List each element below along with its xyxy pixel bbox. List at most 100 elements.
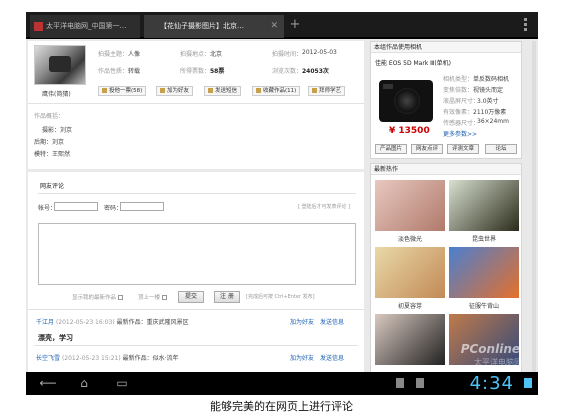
top-floor-checkbox[interactable]: [161, 295, 167, 300]
desc-title: 作品概括：: [34, 113, 65, 120]
usb-icon: [396, 378, 404, 388]
comment-user-link[interactable]: 千江月: [36, 319, 54, 326]
figure-caption: 能够完美的在网页上进行评论: [210, 400, 353, 413]
desc-line: 摄影：刘京: [42, 127, 73, 134]
view-count: 24053次: [302, 68, 329, 75]
spec-value: 2110万像素: [473, 109, 507, 116]
add-friend-icon: [160, 88, 165, 93]
hot-work-thumbnail[interactable]: [375, 247, 445, 298]
web-page: 鹰伟(简猜) 拍摄主题： 人像 拍摄地点： 北京 拍摄时间： 2012-05-0…: [26, 39, 538, 372]
camera-image[interactable]: [379, 80, 433, 122]
submit-tip: [完成后可按 Ctrl+Enter 发布]: [246, 294, 315, 300]
add-friend-link[interactable]: 加为好友: [290, 353, 314, 362]
apprentice-icon: [312, 88, 317, 93]
main-column: 鹰伟(简猜) 拍摄主题： 人像 拍摄地点： 北京 拍摄时间： 2012-05-0…: [28, 41, 364, 372]
review-articles-button[interactable]: 评测文章: [447, 144, 479, 154]
hot-works-box: 最新热作 淡色微光 昆虫世界 初夏容芽 征服牛背山: [370, 163, 522, 372]
account-input[interactable]: [54, 202, 98, 211]
hot-work-thumbnail[interactable]: [375, 314, 445, 365]
hot-work-caption[interactable]: 昆虫世界: [449, 234, 519, 243]
submit-button[interactable]: 提交: [178, 291, 204, 303]
register-button[interactable]: 注 册: [214, 291, 240, 303]
tablet-screen: 太平洋电脑网_中国第一… 【花仙子摄影图片】北京… ✕ + 鹰伟(简猜) 拍摄主…: [26, 12, 538, 395]
close-tab-icon[interactable]: ✕: [270, 15, 278, 38]
vote-button[interactable]: 投他一票(58): [98, 86, 147, 96]
info-label: 作品性质：: [98, 68, 129, 75]
hot-work-thumbnail[interactable]: [375, 180, 445, 231]
spec-value: 3.0英寸: [477, 98, 499, 105]
desc-line: 后期：刘京: [34, 139, 65, 146]
divider: [38, 193, 356, 194]
send-message-link[interactable]: 发送信息: [320, 317, 344, 326]
info-value: 转载: [128, 68, 141, 75]
new-tab-button[interactable]: +: [288, 15, 302, 35]
divider: [28, 309, 364, 310]
comment-meta: 长空飞雪 (2012-05-23 15:21) 最新作品：似水·流年: [36, 355, 179, 362]
favorite-button[interactable]: 收藏作品(11): [252, 86, 301, 96]
android-icon: [416, 378, 424, 388]
show-latest-option[interactable]: 显示我的最新作品: [72, 293, 123, 301]
spec-value: 36×24mm: [477, 118, 509, 125]
send-message-link[interactable]: 发送信息: [320, 353, 344, 362]
camera-model[interactable]: 佳能 EOS 5D Mark Ⅲ(单机): [375, 58, 451, 67]
comment-textarea[interactable]: [38, 223, 356, 285]
show-latest-checkbox[interactable]: [117, 295, 123, 300]
divider: [28, 103, 364, 104]
photographer-photo[interactable]: [34, 45, 86, 85]
comment-meta: 千江月 (2012-05-23 16:03) 最新作品：重庆武隆风景区: [36, 319, 189, 326]
battery-icon: [524, 378, 532, 388]
hot-work-caption[interactable]: 征服牛背山: [449, 301, 519, 310]
page-scrollbar[interactable]: [532, 41, 536, 372]
recent-apps-icon[interactable]: ▭: [110, 376, 134, 390]
info-label: 所得票数：: [180, 68, 211, 75]
send-message-button[interactable]: 发送短信: [204, 86, 242, 96]
watermark-logo: PConline: [460, 342, 520, 356]
login-hint: [ 登陆后才可发表评论 ]: [298, 204, 351, 210]
divider: [34, 345, 358, 346]
top-floor-option[interactable]: 顶上一楼: [138, 293, 167, 301]
forum-button[interactable]: 论坛: [485, 144, 517, 154]
info-label: 拍摄时间：: [272, 51, 303, 58]
spec-label: 传感器尺寸：: [443, 120, 480, 127]
tab-photo-page[interactable]: 【花仙子摄影图片】北京… ✕: [144, 15, 284, 38]
apprentice-button[interactable]: 拜师学艺: [308, 86, 346, 96]
desc-line: 模特：王熙然: [34, 151, 71, 158]
tab-pconline[interactable]: 太平洋电脑网_中国第一…: [30, 15, 140, 38]
add-friend-button[interactable]: 加为好友: [156, 86, 194, 96]
status-clock: 4:34: [469, 373, 514, 394]
comment-user-link[interactable]: 长空飞雪: [36, 355, 60, 362]
spec-label: 变焦倍数：: [443, 87, 474, 94]
comment-text: 漂亮，学习: [38, 334, 73, 342]
camera-price: ¥ 13500: [389, 126, 430, 136]
hot-work-caption[interactable]: 淡色微光: [375, 234, 445, 243]
hot-work-thumbnail[interactable]: [449, 180, 519, 231]
info-value: 北京: [210, 51, 223, 58]
browser-tab-bar: 太平洋电脑网_中国第一… 【花仙子摄影图片】北京… ✕ +: [26, 12, 538, 38]
hot-work-caption[interactable]: 初夏容芽: [375, 301, 445, 310]
info-label: 浏览次数：: [272, 68, 303, 75]
user-reviews-button[interactable]: 网友点评: [411, 144, 443, 154]
system-nav-bar: ⟵ ⌂ ▭ 4:34: [26, 372, 538, 395]
info-label: 拍摄地点：: [180, 51, 211, 58]
add-friend-link[interactable]: 加为好友: [290, 317, 314, 326]
hot-work-thumbnail[interactable]: [449, 247, 519, 298]
latest-work-link[interactable]: 重庆武隆风景区: [147, 319, 189, 326]
latest-work-link[interactable]: 似水·流年: [153, 355, 179, 362]
spec-label: 相机类型：: [443, 76, 474, 83]
back-icon[interactable]: ⟵: [36, 376, 60, 390]
watermark-subtext: 太平洋电脑网: [474, 358, 522, 367]
info-value: 人像: [128, 51, 141, 58]
hot-works-title: 最新热作: [371, 164, 521, 175]
camera-box: 本组作品使用相机 佳能 EOS 5D Mark Ⅲ(单机) 相机类型： 单反数码…: [370, 41, 522, 159]
product-images-button[interactable]: 产品图片: [375, 144, 407, 154]
vote-icon: [102, 88, 107, 93]
spec-value: 单反数码相机: [473, 76, 510, 83]
info-value: 2012-05-03: [302, 49, 337, 56]
password-input[interactable]: [120, 202, 164, 211]
more-params-link[interactable]: 更多参数>>: [443, 129, 477, 138]
tab-title: 太平洋电脑网_中国第一…: [46, 22, 127, 30]
menu-icon[interactable]: [524, 18, 528, 32]
divider: [28, 169, 364, 172]
camera-box-title: 本组作品使用相机: [371, 42, 521, 53]
home-icon[interactable]: ⌂: [72, 376, 96, 390]
